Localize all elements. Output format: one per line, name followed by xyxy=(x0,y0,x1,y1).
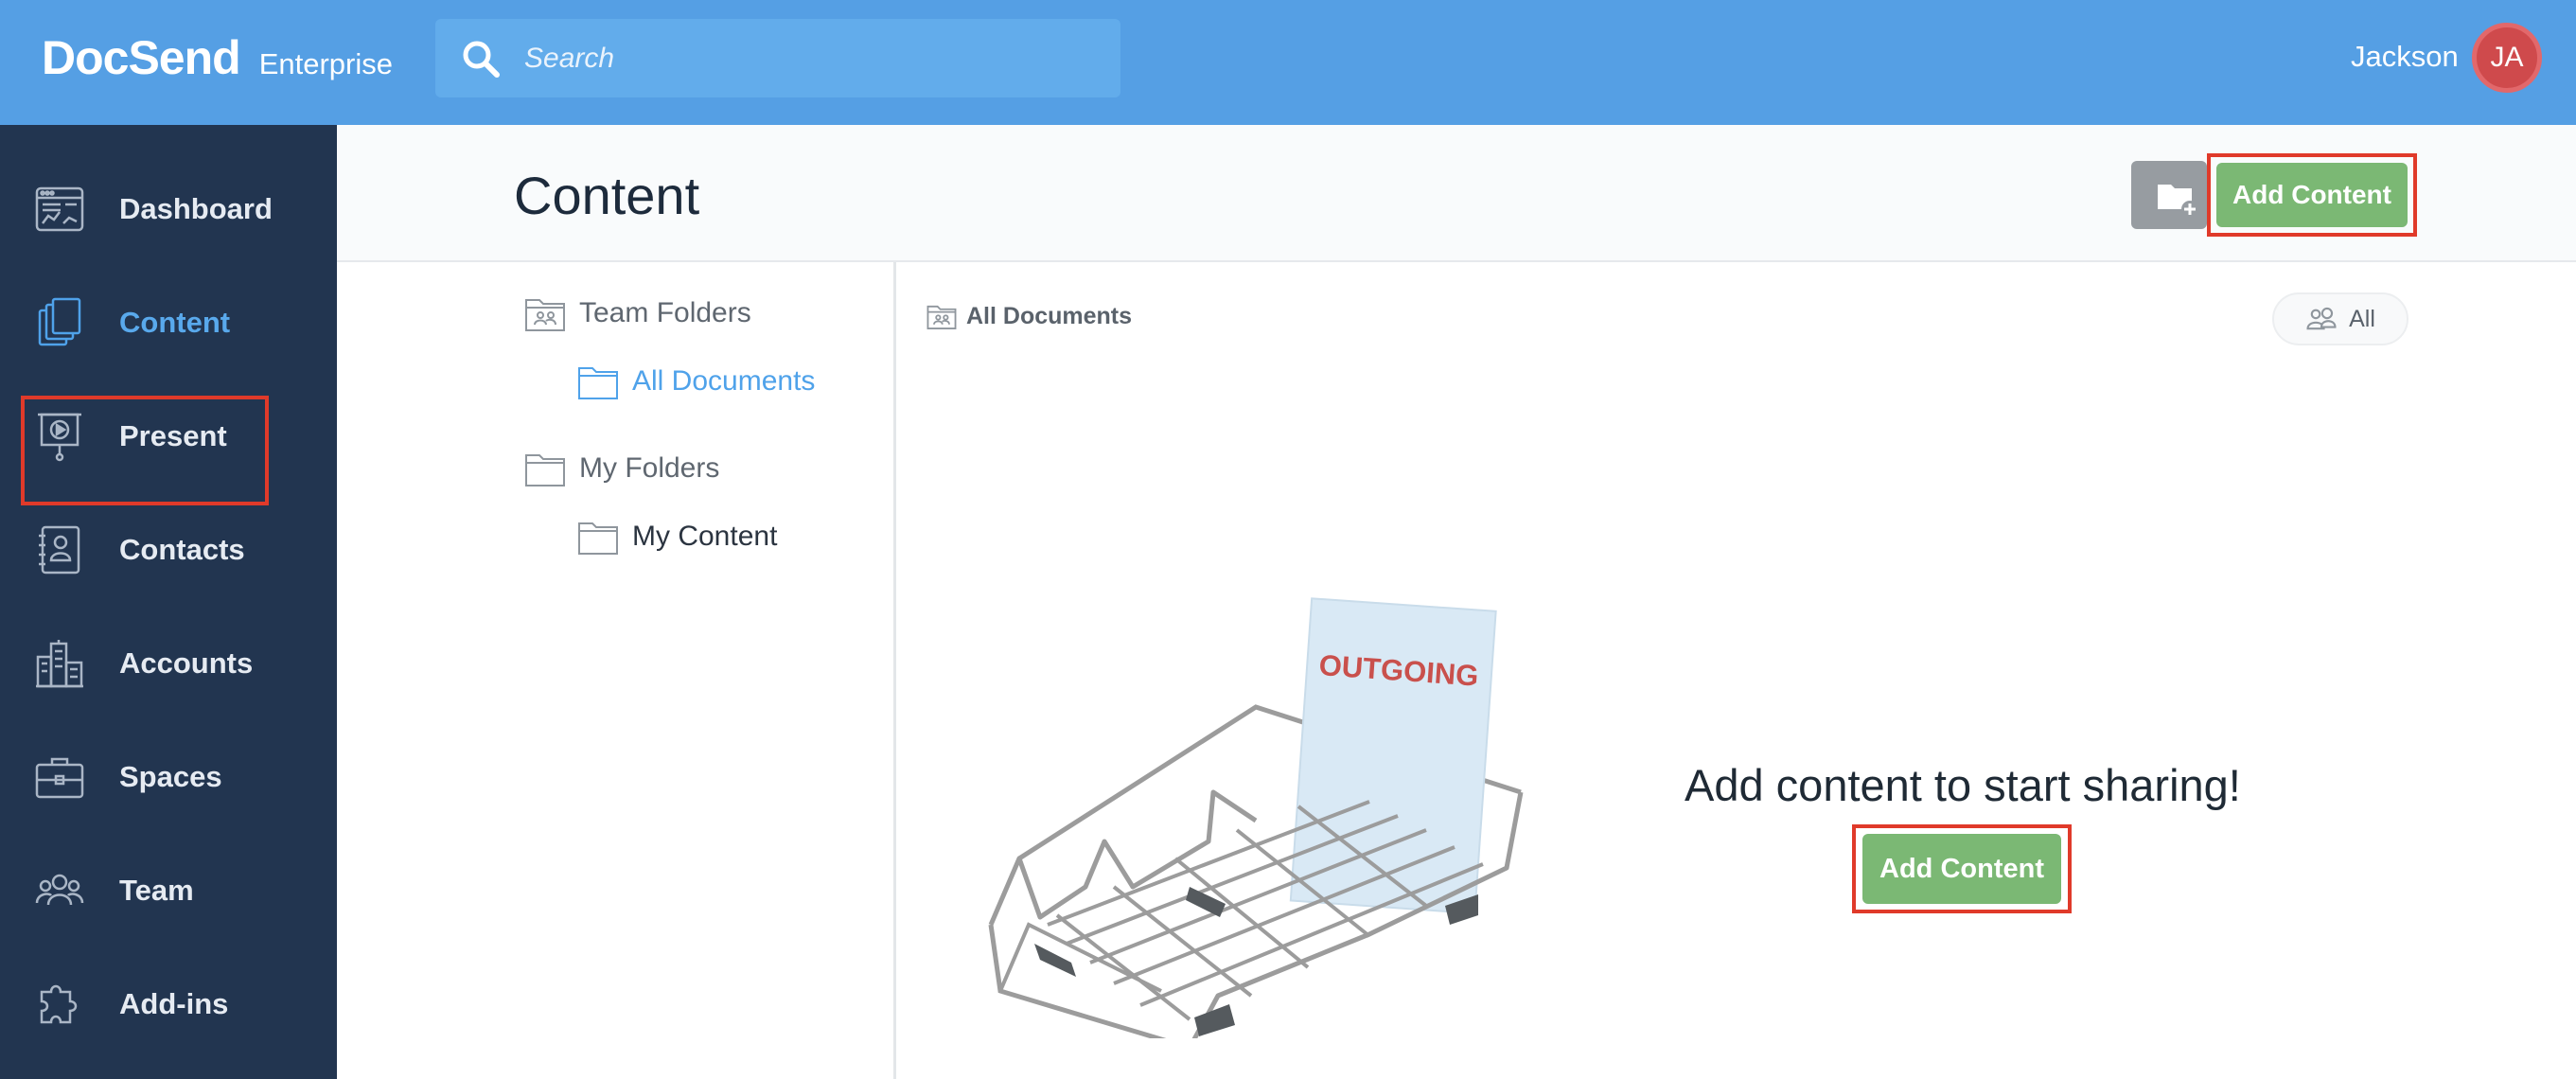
outgoing-tray-illustration: OUTGOING xyxy=(988,597,1524,1038)
brand-edition: Enterprise xyxy=(258,47,393,80)
tree-label: My Content xyxy=(632,521,778,552)
tree-label: All Documents xyxy=(632,365,816,397)
tree-label: Team Folders xyxy=(579,297,751,328)
team-folder-icon xyxy=(525,299,565,331)
sidebar-item-label: Add-ins xyxy=(119,987,229,1020)
folder-icon xyxy=(525,454,565,486)
sidebar-item-accounts[interactable]: Accounts xyxy=(0,611,337,716)
add-content-button[interactable]: Add Content xyxy=(2216,163,2408,227)
sidebar-item-label: Dashboard xyxy=(119,192,273,225)
sidebar-item-present[interactable]: Present xyxy=(0,384,337,488)
add-content-button[interactable]: Add Content xyxy=(1862,834,2061,904)
breadcrumb-label: All Documents xyxy=(966,302,1133,329)
search-input[interactable] xyxy=(522,19,1090,97)
team-folder-icon xyxy=(926,305,957,329)
main-panel: All Documents All OUTGOING Add content t… xyxy=(896,262,2576,1079)
empty-state-message: Add content to start sharing! xyxy=(1685,760,2241,810)
tree-item-my-folders[interactable]: My Folders xyxy=(524,450,719,487)
avatar[interactable]: JA xyxy=(2472,23,2542,93)
sidebar-item-team[interactable]: Team xyxy=(0,839,337,943)
breadcrumb[interactable]: All Documents xyxy=(926,302,1132,330)
sidebar-item-dashboard[interactable]: Dashboard xyxy=(0,157,337,261)
tree-item-my-content[interactable]: My Content xyxy=(577,518,777,556)
sidebar: Dashboard Content Present Contacts Accou… xyxy=(0,125,337,1079)
sidebar-item-label: Contacts xyxy=(119,533,245,566)
present-icon xyxy=(38,413,81,462)
users-icon xyxy=(2306,307,2337,330)
dashboard-icon xyxy=(35,186,84,232)
sidebar-item-content[interactable]: Content xyxy=(0,271,337,375)
avatar-initials: JA xyxy=(2490,42,2524,73)
visibility-filter[interactable]: All xyxy=(2272,292,2408,345)
filter-label: All xyxy=(2349,305,2375,332)
top-bar: DocSend Enterprise Jackson JA xyxy=(0,0,2576,125)
new-folder-icon xyxy=(2158,185,2198,218)
new-folder-button[interactable] xyxy=(2131,161,2207,229)
search-icon xyxy=(463,41,500,78)
folder-tree: Team Folders All Documents My Folders My… xyxy=(337,262,895,1079)
content-icon xyxy=(38,297,81,346)
user-name[interactable]: Jackson xyxy=(2351,40,2459,74)
sidebar-item-add-ins[interactable]: Add-ins xyxy=(0,952,337,1056)
folder-icon xyxy=(578,367,618,399)
brand-logo: DocSend xyxy=(42,31,241,84)
sidebar-item-label: Spaces xyxy=(119,760,222,793)
tree-label: My Folders xyxy=(579,452,720,484)
team-icon xyxy=(35,874,84,906)
brand[interactable]: DocSend Enterprise xyxy=(42,30,393,85)
tree-item-team-folders[interactable]: Team Folders xyxy=(524,294,751,332)
spaces-icon xyxy=(35,757,84,799)
contacts-icon xyxy=(39,525,80,575)
search-bar[interactable] xyxy=(435,19,1120,97)
sidebar-item-label: Accounts xyxy=(119,646,254,680)
add-ins-icon xyxy=(40,984,78,1024)
content-header: Content Add Content xyxy=(337,125,2576,262)
sidebar-item-spaces[interactable]: Spaces xyxy=(0,725,337,829)
sidebar-item-contacts[interactable]: Contacts xyxy=(0,498,337,602)
sidebar-item-label: Team xyxy=(119,874,194,907)
folder-icon xyxy=(578,522,618,555)
sidebar-item-label: Present xyxy=(119,419,227,452)
sidebar-item-label: Content xyxy=(119,306,231,339)
page-title: Content xyxy=(514,166,700,225)
accounts-icon xyxy=(36,640,83,688)
tree-item-all-documents[interactable]: All Documents xyxy=(577,363,815,400)
